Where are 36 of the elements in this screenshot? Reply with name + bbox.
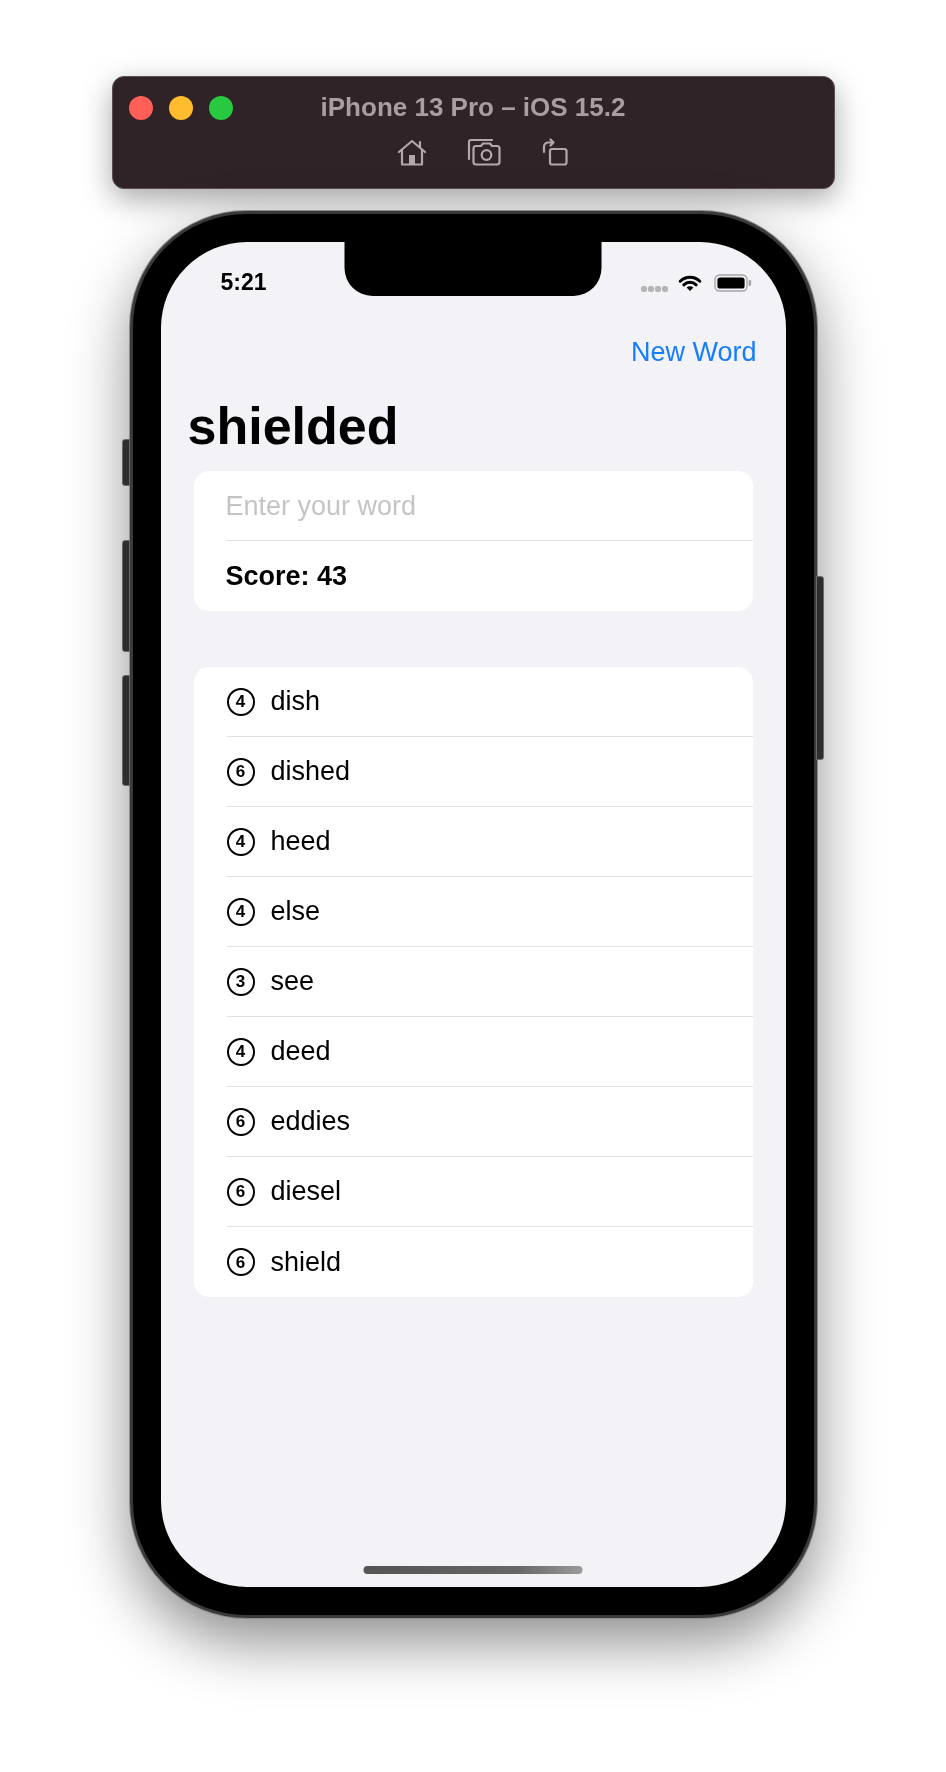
word-length-badge: 6 — [226, 757, 255, 786]
camera-icon[interactable] — [466, 138, 501, 166]
home-icon[interactable] — [396, 138, 427, 166]
battery-icon — [713, 273, 752, 292]
word-length-badge: 3 — [226, 967, 255, 996]
zoom-button[interactable] — [208, 95, 233, 120]
word-length-badge: 6 — [226, 1107, 255, 1136]
word-text: dished — [270, 756, 351, 787]
word-text: deed — [270, 1036, 331, 1067]
word-length-badge: 4 — [226, 897, 255, 926]
word-length-badge: 4 — [226, 687, 255, 716]
word-length-badge: 4 — [226, 827, 255, 856]
navigation-title: shielded — [187, 396, 399, 457]
side-button[interactable] — [121, 540, 130, 652]
side-button[interactable] — [121, 675, 130, 786]
word-text: eddies — [270, 1106, 351, 1137]
score-text: Score: 43 — [225, 560, 348, 592]
word-text: see — [270, 966, 315, 997]
word-length-badge: 6 — [226, 1248, 255, 1276]
word-input[interactable]: Enter your word — [193, 471, 753, 541]
new-word-button[interactable]: New Word — [630, 336, 757, 368]
word-length-badge: 4 — [226, 1037, 255, 1066]
word-text: diesel — [270, 1176, 342, 1207]
signal-icon — [640, 285, 669, 292]
side-button[interactable] — [121, 439, 130, 486]
word-text: shield — [270, 1246, 342, 1278]
word-text: heed — [270, 826, 331, 857]
status-time: 5:21 — [220, 269, 267, 296]
close-button[interactable] — [128, 95, 153, 120]
rotate-icon[interactable] — [540, 138, 568, 166]
window-title: iPhone 13 Pro – iOS 15.2 — [320, 92, 626, 123]
wifi-icon — [677, 273, 702, 292]
word-text: dish — [270, 686, 321, 717]
word-text: else — [270, 896, 321, 927]
word-length-badge: 6 — [226, 1177, 255, 1206]
minimize-button[interactable] — [168, 95, 193, 120]
